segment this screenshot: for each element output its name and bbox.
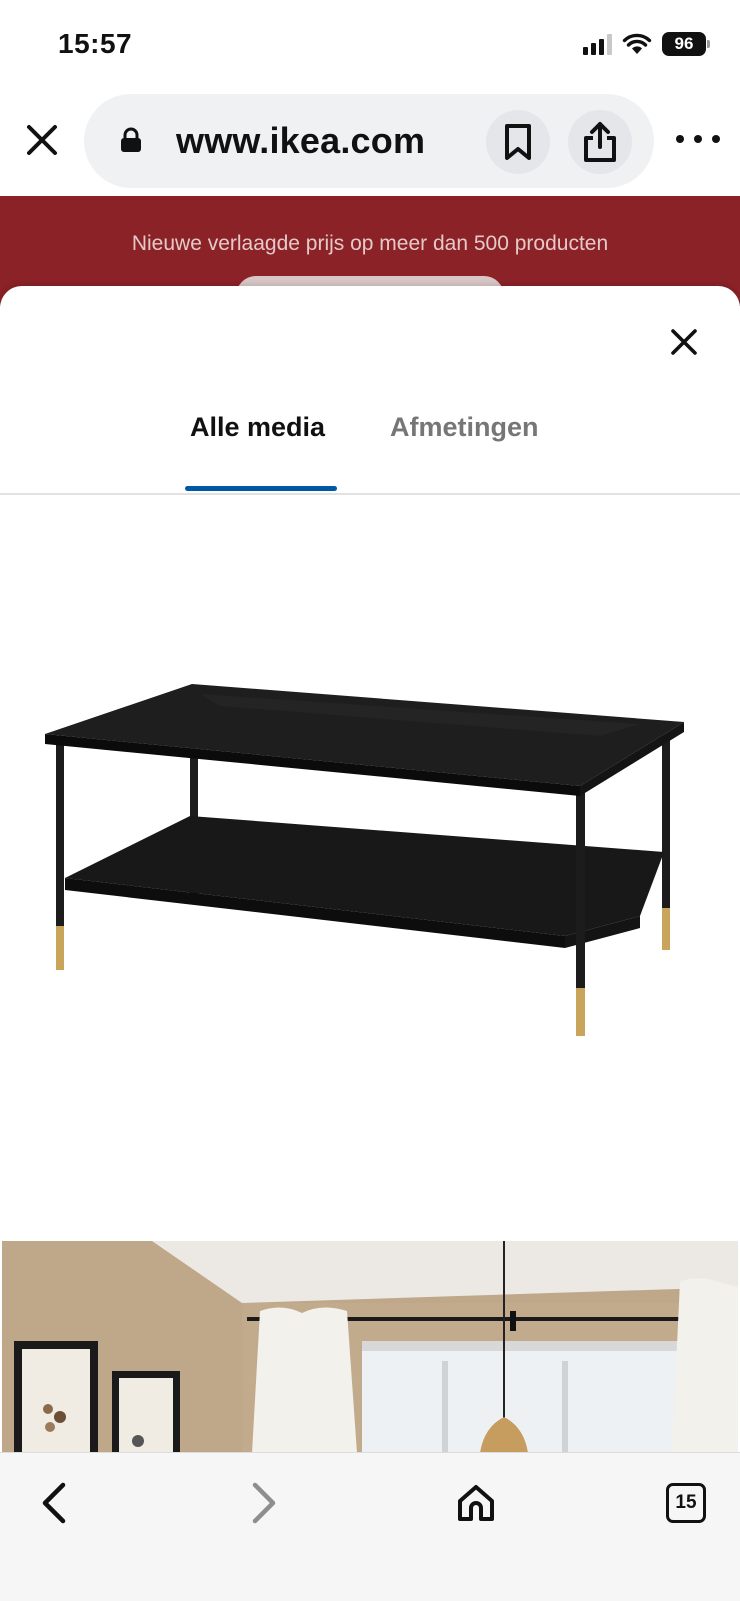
status-icons: 96 [583,32,710,56]
close-icon[interactable] [664,322,704,362]
address-bar[interactable]: www.ikea.com [84,94,654,188]
tab-divider [0,493,740,495]
status-bar: 15:57 96 [0,0,740,90]
room-image[interactable] [2,1241,738,1452]
forward-icon [252,1482,276,1524]
browser-bar: www.ikea.com [0,90,740,196]
tabs-button[interactable]: 15 [654,1471,718,1535]
tab-afmetingen[interactable]: Afmetingen [390,412,539,443]
back-icon [42,1482,66,1524]
close-icon[interactable] [24,122,60,158]
media-tabs: Alle media Afmetingen [0,410,740,480]
bookmark-icon [505,124,531,160]
product-image[interactable] [0,496,740,1216]
battery-level: 96 [662,32,706,56]
status-time: 15:57 [58,28,133,59]
media-sheet: Alle media Afmetingen [0,286,740,1452]
share-button[interactable] [568,110,632,174]
home-icon [458,1485,494,1521]
tabs-icon: 15 [666,1483,706,1523]
home-button[interactable] [444,1471,508,1535]
active-tab-indicator [185,486,337,491]
bookmark-button[interactable] [486,110,550,174]
bottom-toolbar: 15 [0,1452,740,1601]
back-button[interactable] [22,1471,86,1535]
battery-icon: 96 [662,32,710,56]
cellular-signal-icon [583,33,612,55]
wifi-icon [622,33,652,54]
tab-alle-media[interactable]: Alle media [190,412,325,443]
more-icon[interactable] [676,124,720,154]
lock-icon [121,127,141,152]
url-text[interactable]: www.ikea.com [176,120,425,162]
promo-text: Nieuwe verlaagde prijs op meer dan 500 p… [131,232,609,255]
share-icon [584,122,616,162]
forward-button[interactable] [232,1471,296,1535]
